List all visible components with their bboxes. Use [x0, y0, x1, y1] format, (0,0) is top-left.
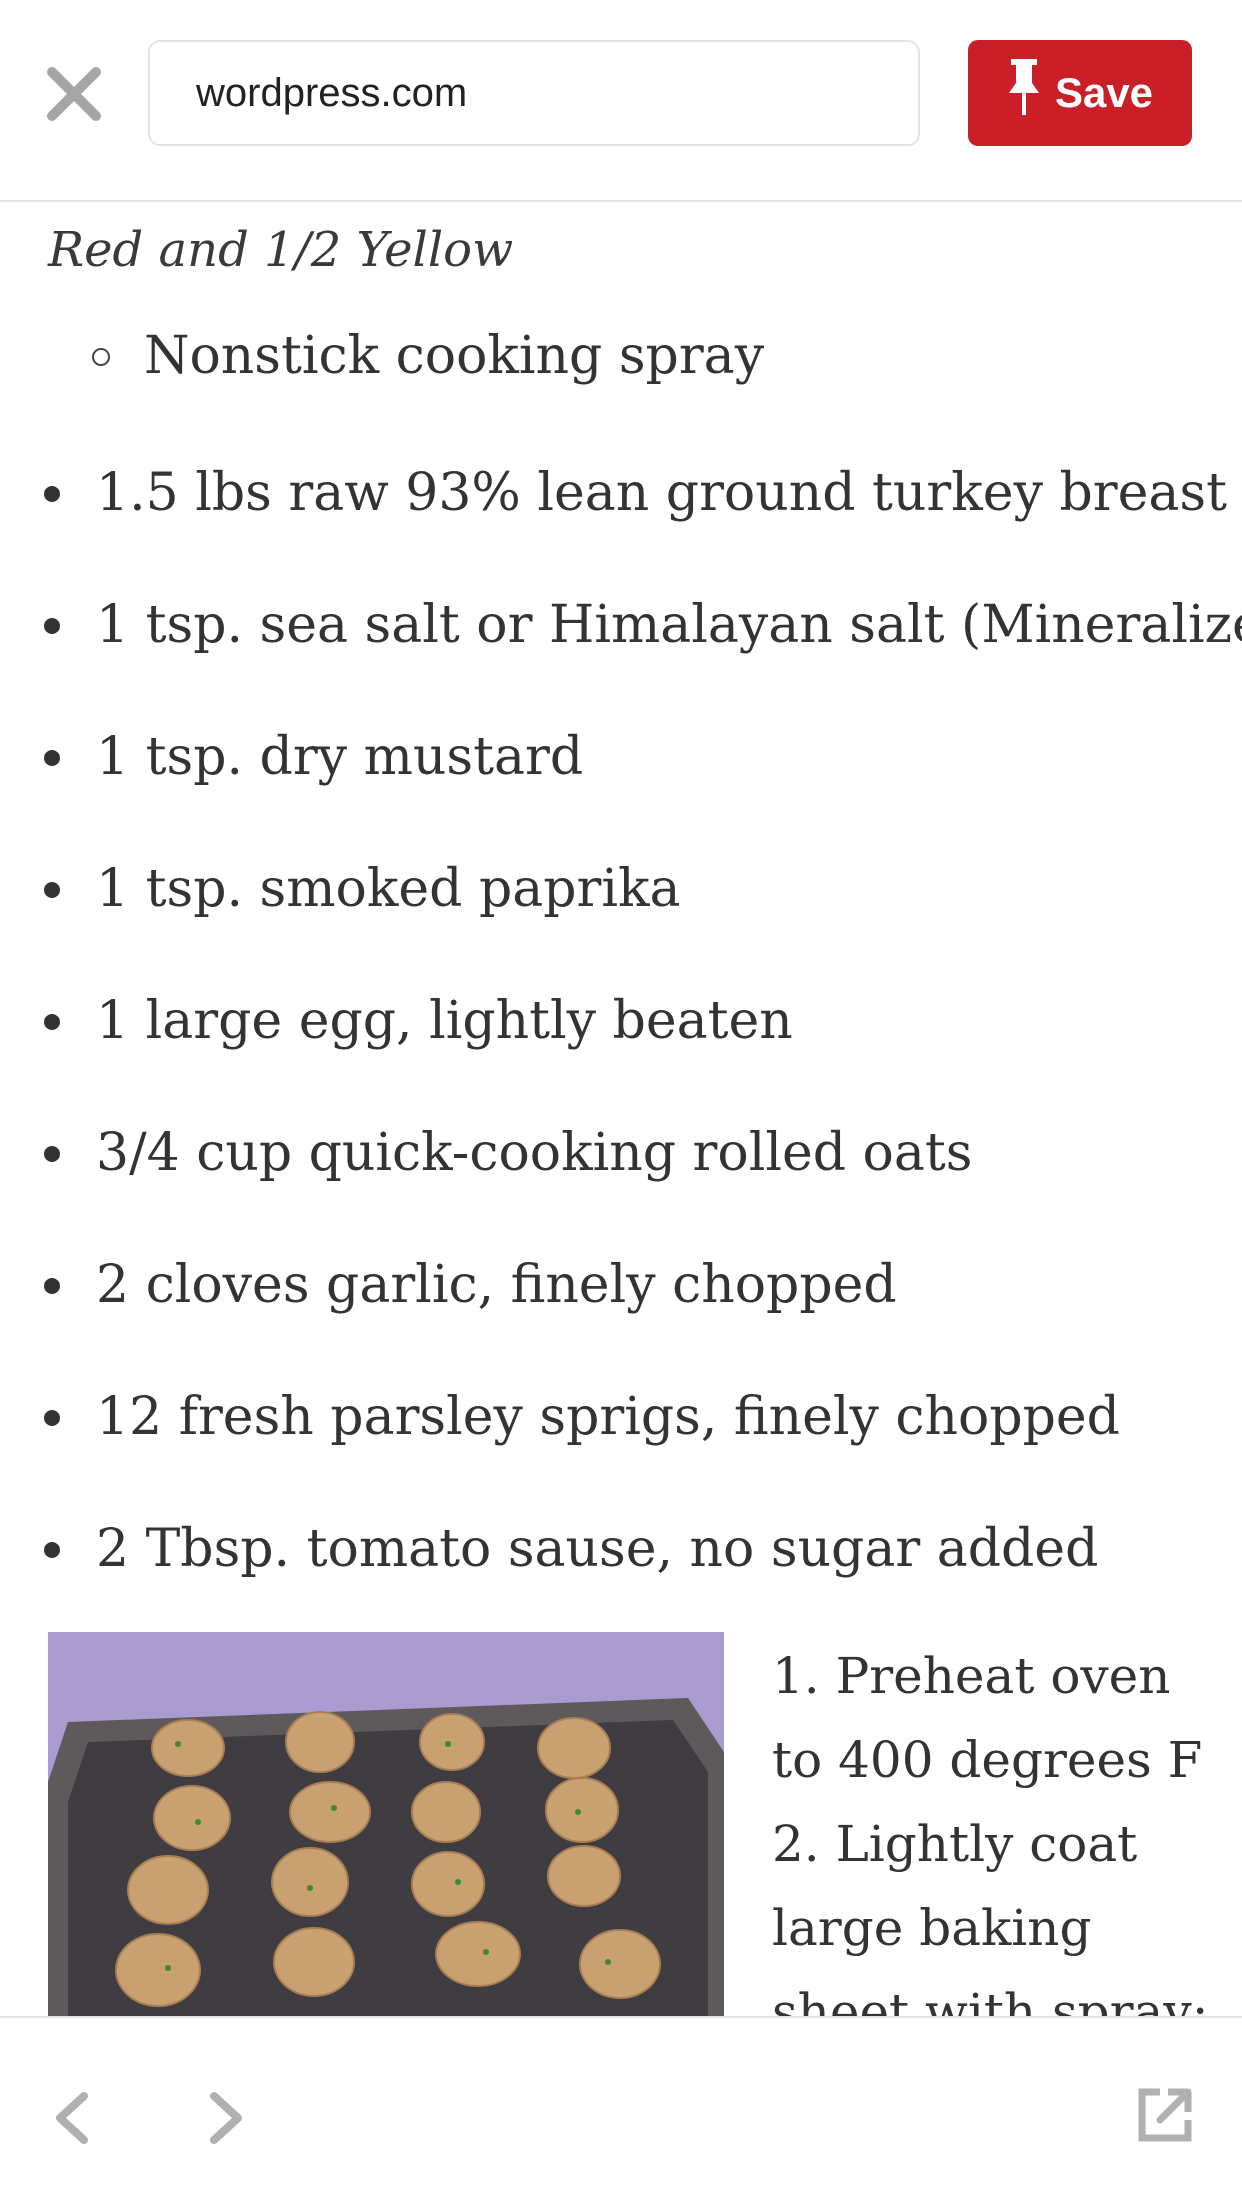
instruction-line: 1. Preheat oven — [772, 1647, 1171, 1705]
instruction-line: 2. Lightly coat — [772, 1815, 1138, 1873]
ingredient-text: 1.5 lbs raw 93% lean ground turkey breas… — [96, 463, 1227, 523]
meatballs-photo — [48, 1632, 724, 2016]
save-button[interactable]: Save — [968, 40, 1192, 146]
sub-list-item: Nonstick cooking spray — [144, 326, 765, 386]
bullet — [44, 1278, 60, 1294]
list-item: 1 tsp. sea salt or Himalayan salt (Miner… — [0, 570, 1242, 702]
bullet — [44, 750, 60, 766]
url-text: wordpress.com — [196, 71, 468, 115]
list-item: 12 fresh parsley sprigs, finely chopped — [0, 1362, 1242, 1494]
instruction-line: sheet with spray; — [772, 1983, 1209, 2016]
bullet — [44, 1410, 60, 1426]
list-item: 2 cloves garlic, finely chopped — [0, 1230, 1242, 1362]
instruction-line: large baking — [772, 1899, 1092, 1957]
ingredient-text: 2 cloves garlic, finely chopped — [96, 1255, 897, 1315]
pin-icon — [1007, 59, 1041, 127]
list-item: 1.5 lbs raw 93% lean ground turkey breas… — [0, 438, 1242, 570]
url-field[interactable]: wordpress.com — [148, 40, 920, 146]
italic-line: Red and 1/2 Yellow — [48, 222, 514, 278]
list-item: 1 large egg, lightly beaten — [0, 966, 1242, 1098]
list-item: 3/4 cup quick-cooking rolled oats — [0, 1098, 1242, 1230]
top-bar: wordpress.com Save — [0, 0, 1242, 202]
bullet — [44, 1146, 60, 1162]
chevron-left-icon[interactable] — [50, 2090, 94, 2146]
bullet — [44, 882, 60, 898]
bullet — [44, 1542, 60, 1558]
ingredient-text: 3/4 cup quick-cooking rolled oats — [96, 1123, 973, 1183]
bullet — [44, 1014, 60, 1030]
open-external-icon[interactable] — [1136, 2086, 1194, 2144]
save-label: Save — [1054, 69, 1154, 116]
list-item: 1 tsp. dry mustard — [0, 702, 1242, 834]
ingredient-text: 1 tsp. dry mustard — [96, 727, 584, 787]
ingredient-text: 1 large egg, lightly beaten — [96, 991, 793, 1051]
list-item: 2 Tbsp. tomato sause, no sugar added — [0, 1494, 1242, 1626]
bullet — [44, 618, 60, 634]
ingredient-text: 2 Tbsp. tomato sause, no sugar added — [96, 1519, 1099, 1579]
sub-bullet — [92, 348, 110, 366]
bullet — [44, 486, 60, 502]
ingredient-text: 12 fresh parsley sprigs, finely chopped — [96, 1387, 1120, 1447]
article-content: Red and 1/2 Yellow Nonstick cooking spra… — [0, 202, 1242, 2016]
instruction-line: to 400 degrees F — [772, 1731, 1203, 1789]
chevron-right-icon[interactable] — [204, 2090, 248, 2146]
instructions: 1. Preheat oven to 400 degrees F 2. Ligh… — [772, 1634, 1212, 2016]
bottom-toolbar — [0, 2016, 1242, 2208]
ingredient-text: 1 tsp. smoked paprika — [96, 859, 681, 919]
ingredient-text: 1 tsp. sea salt or Himalayan salt (Miner… — [96, 595, 1242, 655]
ingredient-list: 1.5 lbs raw 93% lean ground turkey breas… — [0, 438, 1242, 1626]
list-item: 1 tsp. smoked paprika — [0, 834, 1242, 966]
close-icon[interactable] — [44, 64, 104, 124]
